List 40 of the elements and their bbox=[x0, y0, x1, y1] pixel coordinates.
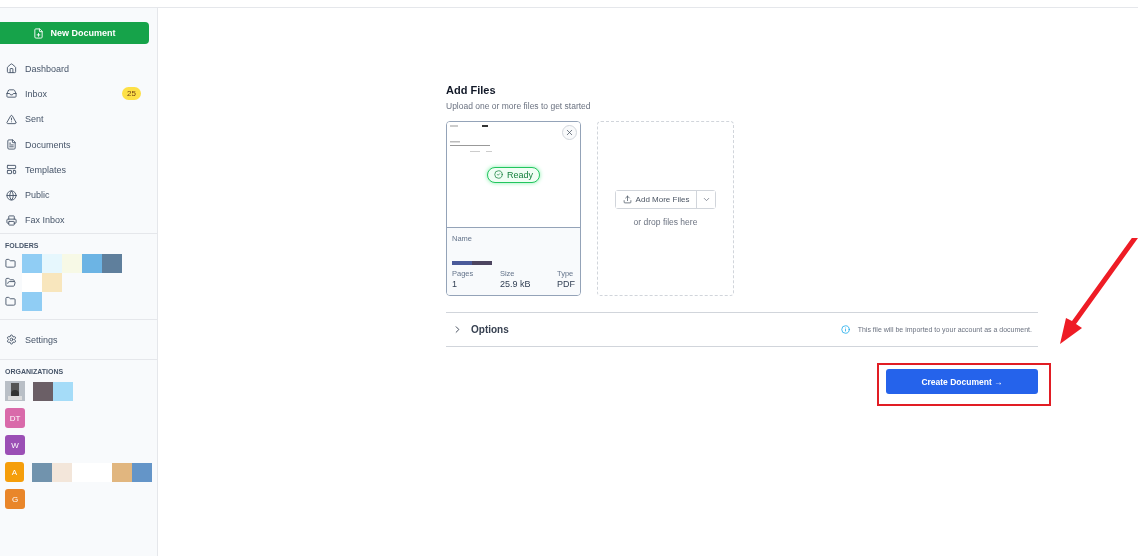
count-badge: 25 bbox=[122, 87, 141, 101]
info-icon bbox=[840, 325, 850, 334]
field-value: 1 bbox=[452, 279, 458, 289]
warning-icon bbox=[6, 113, 17, 125]
templates-icon bbox=[6, 164, 17, 176]
section-title: Add Files bbox=[446, 84, 497, 96]
settings-item[interactable]: Settings bbox=[6, 334, 151, 346]
sidebar-item[interactable]: Sent bbox=[0, 106, 157, 132]
section-subtitle: Upload one or more files to get started bbox=[446, 101, 592, 111]
sidebar-item[interactable]: Inbox 25 bbox=[0, 81, 157, 107]
organization-avatar[interactable]: W bbox=[5, 435, 25, 456]
printer-icon bbox=[6, 214, 17, 226]
shared-folder-icon bbox=[5, 277, 16, 289]
sidebar-item[interactable]: Documents bbox=[0, 131, 157, 158]
check-icon bbox=[494, 170, 503, 179]
sidebar-item[interactable]: Public bbox=[0, 182, 157, 208]
caret-icon bbox=[701, 195, 711, 204]
drop-zone[interactable]: Add More Files or drop files here bbox=[597, 121, 734, 296]
sidebar-item[interactable]: Templates bbox=[0, 157, 157, 183]
file-plus-icon bbox=[33, 27, 45, 39]
field-value: 25.9 kB bbox=[499, 279, 531, 289]
close-button[interactable] bbox=[562, 125, 577, 140]
status-badge: Ready bbox=[487, 166, 540, 183]
field-value: PDF bbox=[557, 279, 575, 289]
sidebar-item[interactable]: Fax Inbox bbox=[0, 207, 157, 234]
create-document-button[interactable]: Create Document → bbox=[886, 369, 1038, 394]
inbox-icon bbox=[6, 88, 17, 100]
document-icon bbox=[6, 139, 17, 151]
sidebar-item[interactable]: Dashboard bbox=[0, 56, 157, 82]
upload-icon bbox=[622, 195, 632, 204]
folder-icon bbox=[5, 258, 16, 270]
home-icon bbox=[6, 63, 17, 75]
options-label: Options bbox=[471, 324, 509, 335]
settings-icon bbox=[6, 334, 17, 346]
redacted-name bbox=[33, 381, 73, 401]
close-icon bbox=[565, 128, 574, 137]
globe-icon bbox=[6, 189, 17, 201]
folder-icon bbox=[5, 296, 16, 308]
redacted-name bbox=[452, 261, 492, 265]
drop-hint: or drop files here bbox=[633, 217, 698, 227]
